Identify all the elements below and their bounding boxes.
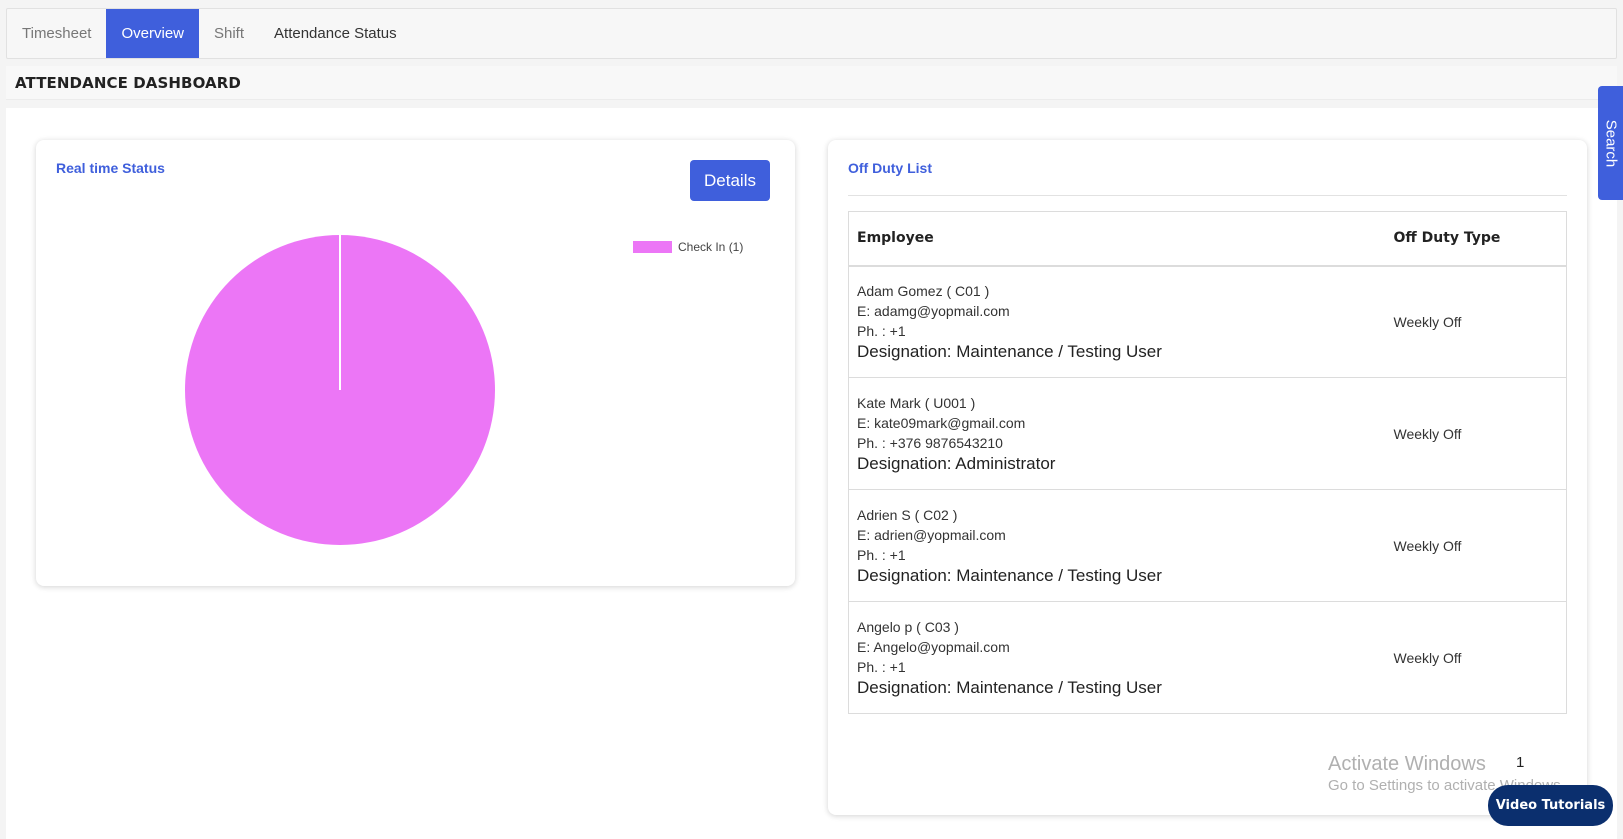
employee-email: E: adamg@yopmail.com xyxy=(857,302,1010,319)
search-side-label: Search xyxy=(1602,119,1619,167)
card-divider xyxy=(848,195,1567,196)
employee-name: Adrien S ( C02 ) xyxy=(857,506,958,523)
realtime-status-title: Real time Status xyxy=(56,160,165,176)
column-header-employee[interactable]: Employee xyxy=(848,211,1386,267)
off-duty-title: Off Duty List xyxy=(848,160,932,176)
off-duty-type-cell: Weekly Off xyxy=(1393,649,1462,666)
table-row: Adam Gomez ( C01 ) E: adamg@yopmail.com … xyxy=(848,265,1567,378)
employee-phone: Ph. : +376 9876543210 xyxy=(857,434,1003,451)
employee-designation: Designation: Maintenance / Testing User xyxy=(857,341,1162,361)
column-header-off-duty-type[interactable]: Off Duty Type xyxy=(1385,211,1567,267)
employee-phone: Ph. : +1 xyxy=(857,658,906,675)
employee-designation: Designation: Maintenance / Testing User xyxy=(857,565,1162,585)
off-duty-type-cell: Weekly Off xyxy=(1385,265,1567,378)
watermark-title: Activate Windows xyxy=(1328,753,1486,775)
tab-attendance-status[interactable]: Attendance Status xyxy=(259,9,412,58)
employee-email: E: kate09mark@gmail.com xyxy=(857,414,1026,431)
employee-phone: Ph. : +1 xyxy=(857,546,906,563)
employee-designation: Designation: Maintenance / Testing User xyxy=(857,677,1162,697)
tab-overview[interactable]: Overview xyxy=(106,9,199,58)
employee-cell: Adrien S ( C02 ) E: adrien@yopmail.com P… xyxy=(848,489,1386,602)
page-title: ATTENDANCE DASHBOARD xyxy=(15,73,241,92)
legend-swatch-check-in xyxy=(633,241,672,253)
employee-email: E: Angelo@yopmail.com xyxy=(857,638,1010,655)
table-header-row: Employee Off Duty Type xyxy=(848,211,1567,267)
table-row: Angelo p ( C03 ) E: Angelo@yopmail.com P… xyxy=(849,602,1567,714)
details-button[interactable]: Details xyxy=(690,160,770,201)
realtime-status-card: Check In (1) Real time Status Details xyxy=(36,140,795,586)
employee-name: Adam Gomez ( C01 ) xyxy=(857,282,990,299)
tab-shift[interactable]: Shift xyxy=(199,9,259,58)
page-header: ATTENDANCE DASHBOARD xyxy=(6,66,1617,100)
off-duty-table: Employee Off Duty Type Adam Gomez ( C01 … xyxy=(848,211,1567,714)
legend-label-check-in[interactable]: Check In (1) xyxy=(678,240,743,254)
off-duty-type-cell: Weekly Off xyxy=(1385,377,1567,490)
main-content: Check In (1) Real time Status Details Of… xyxy=(6,108,1617,839)
video-tutorials-button[interactable]: Video Tutorials xyxy=(1488,785,1613,826)
employee-cell: Angelo p ( C03 ) E: Angelo@yopmail.com P… xyxy=(849,602,1386,714)
search-side-tab[interactable]: Search xyxy=(1598,86,1623,200)
employee-name: Angelo p ( C03 ) xyxy=(857,618,959,635)
table-row: Adrien S ( C02 ) E: adrien@yopmail.com P… xyxy=(848,489,1567,602)
employee-cell: Adam Gomez ( C01 ) E: adamg@yopmail.com … xyxy=(848,265,1386,378)
off-duty-type-cell: Weekly Off xyxy=(1385,489,1567,602)
tab-bar: Timesheet Overview Shift Attendance Stat… xyxy=(6,8,1617,59)
table-row: Kate Mark ( U001 ) E: kate09mark@gmail.c… xyxy=(848,377,1567,490)
off-duty-card: Off Duty List Employee Off Duty Type Ada… xyxy=(828,140,1587,815)
employee-designation: Designation: Administrator xyxy=(857,453,1056,473)
pie-chart: Check In (1) xyxy=(185,235,743,545)
employee-name: Kate Mark ( U001 ) xyxy=(857,394,976,411)
employee-cell: Kate Mark ( U001 ) E: kate09mark@gmail.c… xyxy=(848,377,1386,490)
employee-email: E: adrien@yopmail.com xyxy=(857,526,1006,543)
tab-timesheet[interactable]: Timesheet xyxy=(7,9,106,58)
employee-phone: Ph. : +1 xyxy=(857,322,906,339)
